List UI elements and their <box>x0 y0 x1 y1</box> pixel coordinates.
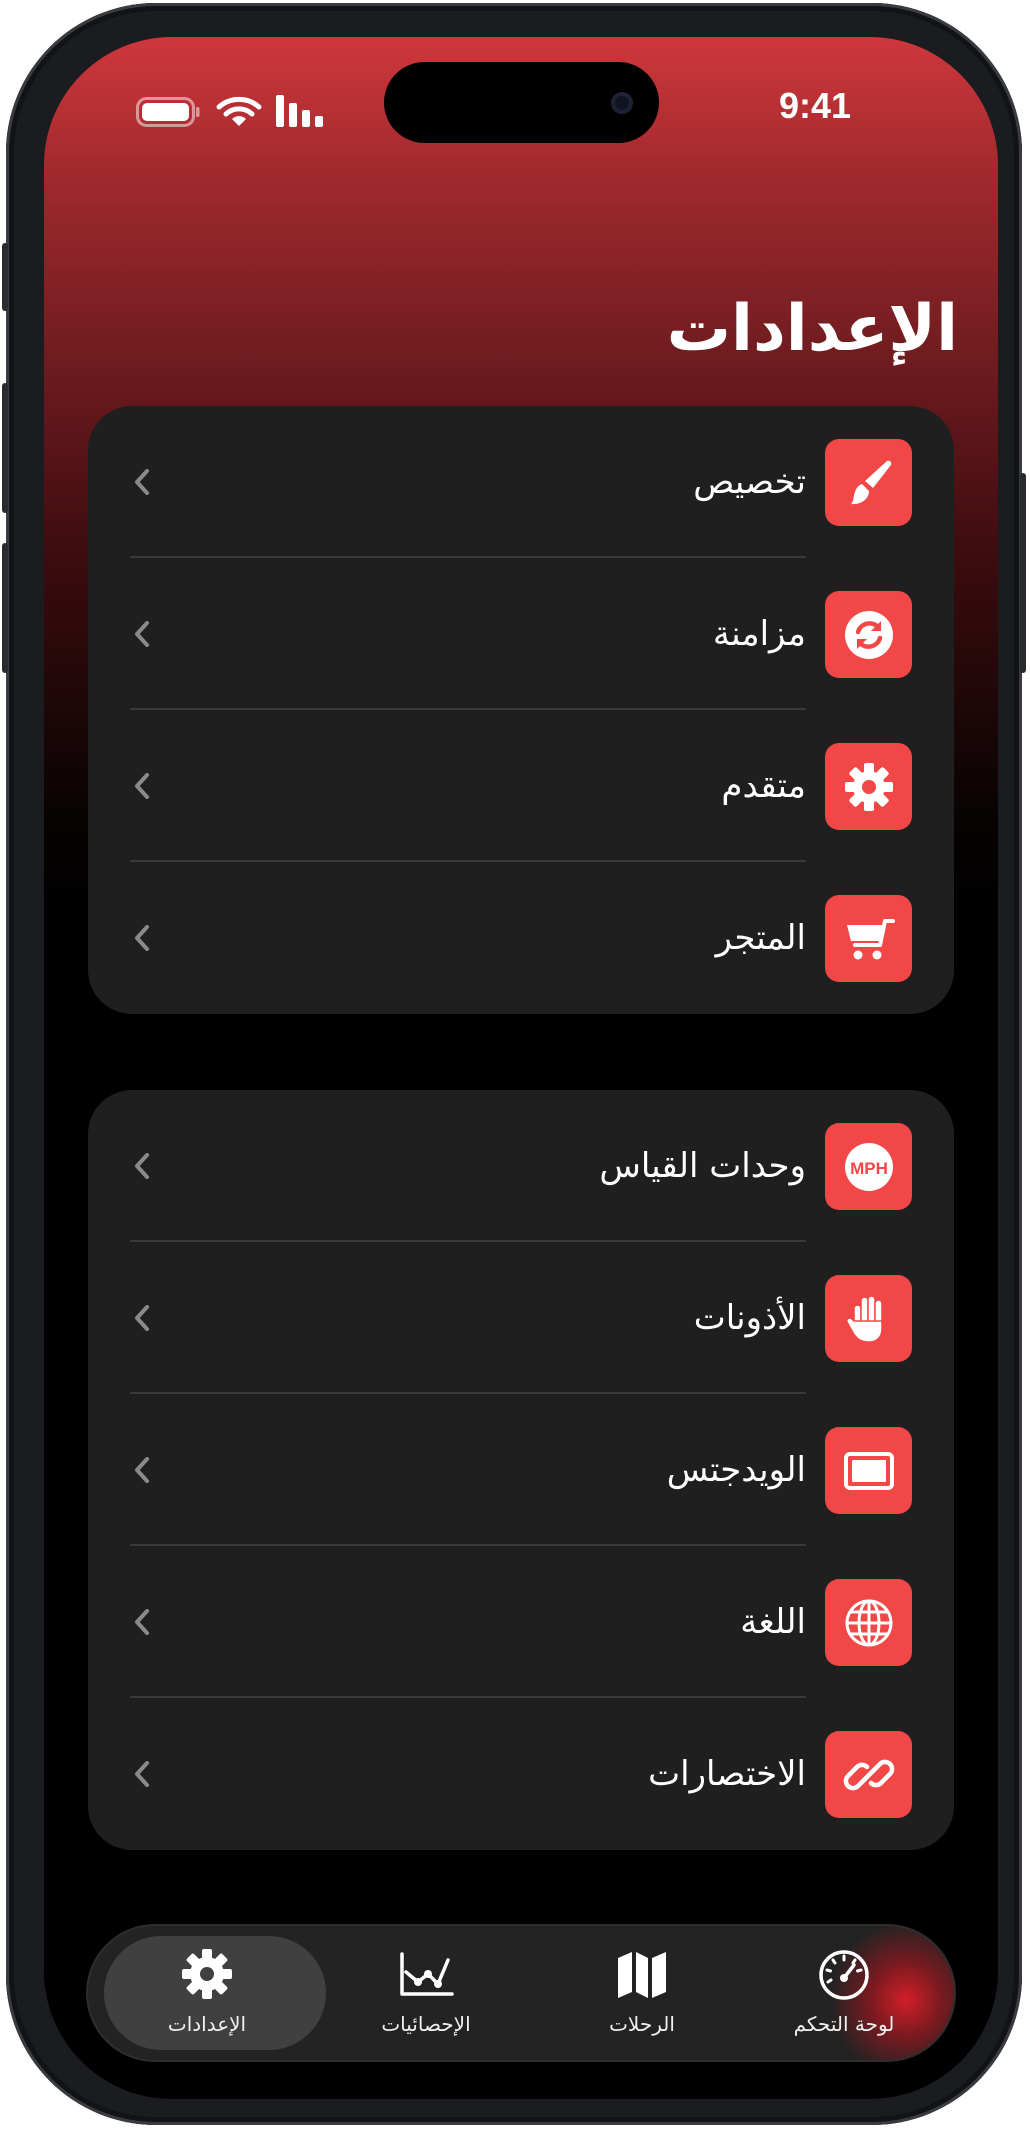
screen: 9:41 الإعدادات تخصيص مزامنة متقدم المتجر… <box>44 37 998 2099</box>
volume-up-button <box>2 383 8 513</box>
settings-item-label: مزامنة <box>712 614 806 654</box>
settings-item-label: تخصيص <box>693 462 806 502</box>
action-button <box>2 243 8 311</box>
chevron-left-icon <box>135 925 149 951</box>
power-button <box>1020 473 1026 673</box>
sync-icon <box>825 591 912 678</box>
mph-icon-text: MPH <box>850 1159 888 1178</box>
map-icon <box>618 1952 666 1998</box>
settings-item-label: الويدجتس <box>666 1450 806 1490</box>
camera-icon <box>611 92 633 114</box>
tab-bar: الإعدادات الإحصائيات الرحلات لوحة التحكم <box>88 1926 954 2060</box>
tab-label: الإعدادات <box>167 2012 247 2036</box>
chevron-left-icon <box>135 1305 149 1331</box>
link-icon <box>825 1731 912 1818</box>
page-title: الإعدادات <box>666 292 958 366</box>
signal-icon <box>276 95 323 127</box>
paintbrush-icon <box>825 439 912 526</box>
settings-group-1: تخصيص مزامنة متقدم المتجر <box>88 406 954 1014</box>
hand-icon <box>825 1275 912 1362</box>
speedometer-icon <box>819 1950 869 2000</box>
gear-icon <box>182 1949 232 1999</box>
settings-item-permissions[interactable]: الأذونات <box>88 1242 954 1394</box>
tab-statistics[interactable]: الإحصائيات <box>318 1926 534 2060</box>
settings-item-store[interactable]: المتجر <box>88 862 954 1014</box>
chevron-left-icon <box>135 469 149 495</box>
settings-item-label: اللغة <box>740 1602 806 1642</box>
settings-item-label: المتجر <box>715 918 806 958</box>
settings-item-customize[interactable]: تخصيص <box>88 406 954 558</box>
settings-group-2: MPH وحدات القياس الأذونات الويدجتس اللغة… <box>88 1090 954 1850</box>
status-icons <box>136 89 346 133</box>
chevron-left-icon <box>135 1457 149 1483</box>
status-bar: 9:41 <box>44 37 998 167</box>
settings-item-shortcuts[interactable]: الاختصارات <box>88 1698 954 1850</box>
tab-label: الرحلات <box>609 2012 675 2036</box>
settings-item-widgets[interactable]: الويدجتس <box>88 1394 954 1546</box>
widget-icon <box>825 1427 912 1514</box>
cart-icon <box>825 895 912 982</box>
tab-settings[interactable]: الإعدادات <box>96 1926 326 2060</box>
chevron-left-icon <box>135 1609 149 1635</box>
chevron-left-icon <box>135 773 149 799</box>
volume-down-button <box>2 543 8 673</box>
chart-icon <box>400 1952 454 1996</box>
settings-item-label: الأذونات <box>693 1298 806 1338</box>
tab-label: لوحة التحكم <box>793 2012 895 2036</box>
settings-item-label: وحدات القياس <box>599 1146 806 1186</box>
settings-item-advanced[interactable]: متقدم <box>88 710 954 862</box>
globe-icon <box>825 1579 912 1666</box>
dynamic-island <box>384 62 659 143</box>
wifi-icon <box>216 96 262 126</box>
settings-item-units[interactable]: MPH وحدات القياس <box>88 1090 954 1242</box>
tab-trips[interactable]: الرحلات <box>534 1926 750 2060</box>
chevron-left-icon <box>135 621 149 647</box>
gear-icon <box>825 743 912 830</box>
settings-item-language[interactable]: اللغة <box>88 1546 954 1698</box>
status-time: 9:41 <box>779 85 852 126</box>
phone-frame: 9:41 الإعدادات تخصيص مزامنة متقدم المتجر… <box>2 3 1026 2125</box>
battery-icon <box>136 97 200 127</box>
settings-item-label: الاختصارات <box>648 1754 806 1794</box>
tab-label: الإحصائيات <box>381 2012 471 2036</box>
chevron-left-icon <box>135 1761 149 1787</box>
chevron-left-icon <box>135 1153 149 1179</box>
mph-icon: MPH <box>825 1123 912 1210</box>
settings-item-label: متقدم <box>721 766 806 806</box>
settings-item-sync[interactable]: مزامنة <box>88 558 954 710</box>
tab-dashboard[interactable]: لوحة التحكم <box>736 1926 952 2060</box>
